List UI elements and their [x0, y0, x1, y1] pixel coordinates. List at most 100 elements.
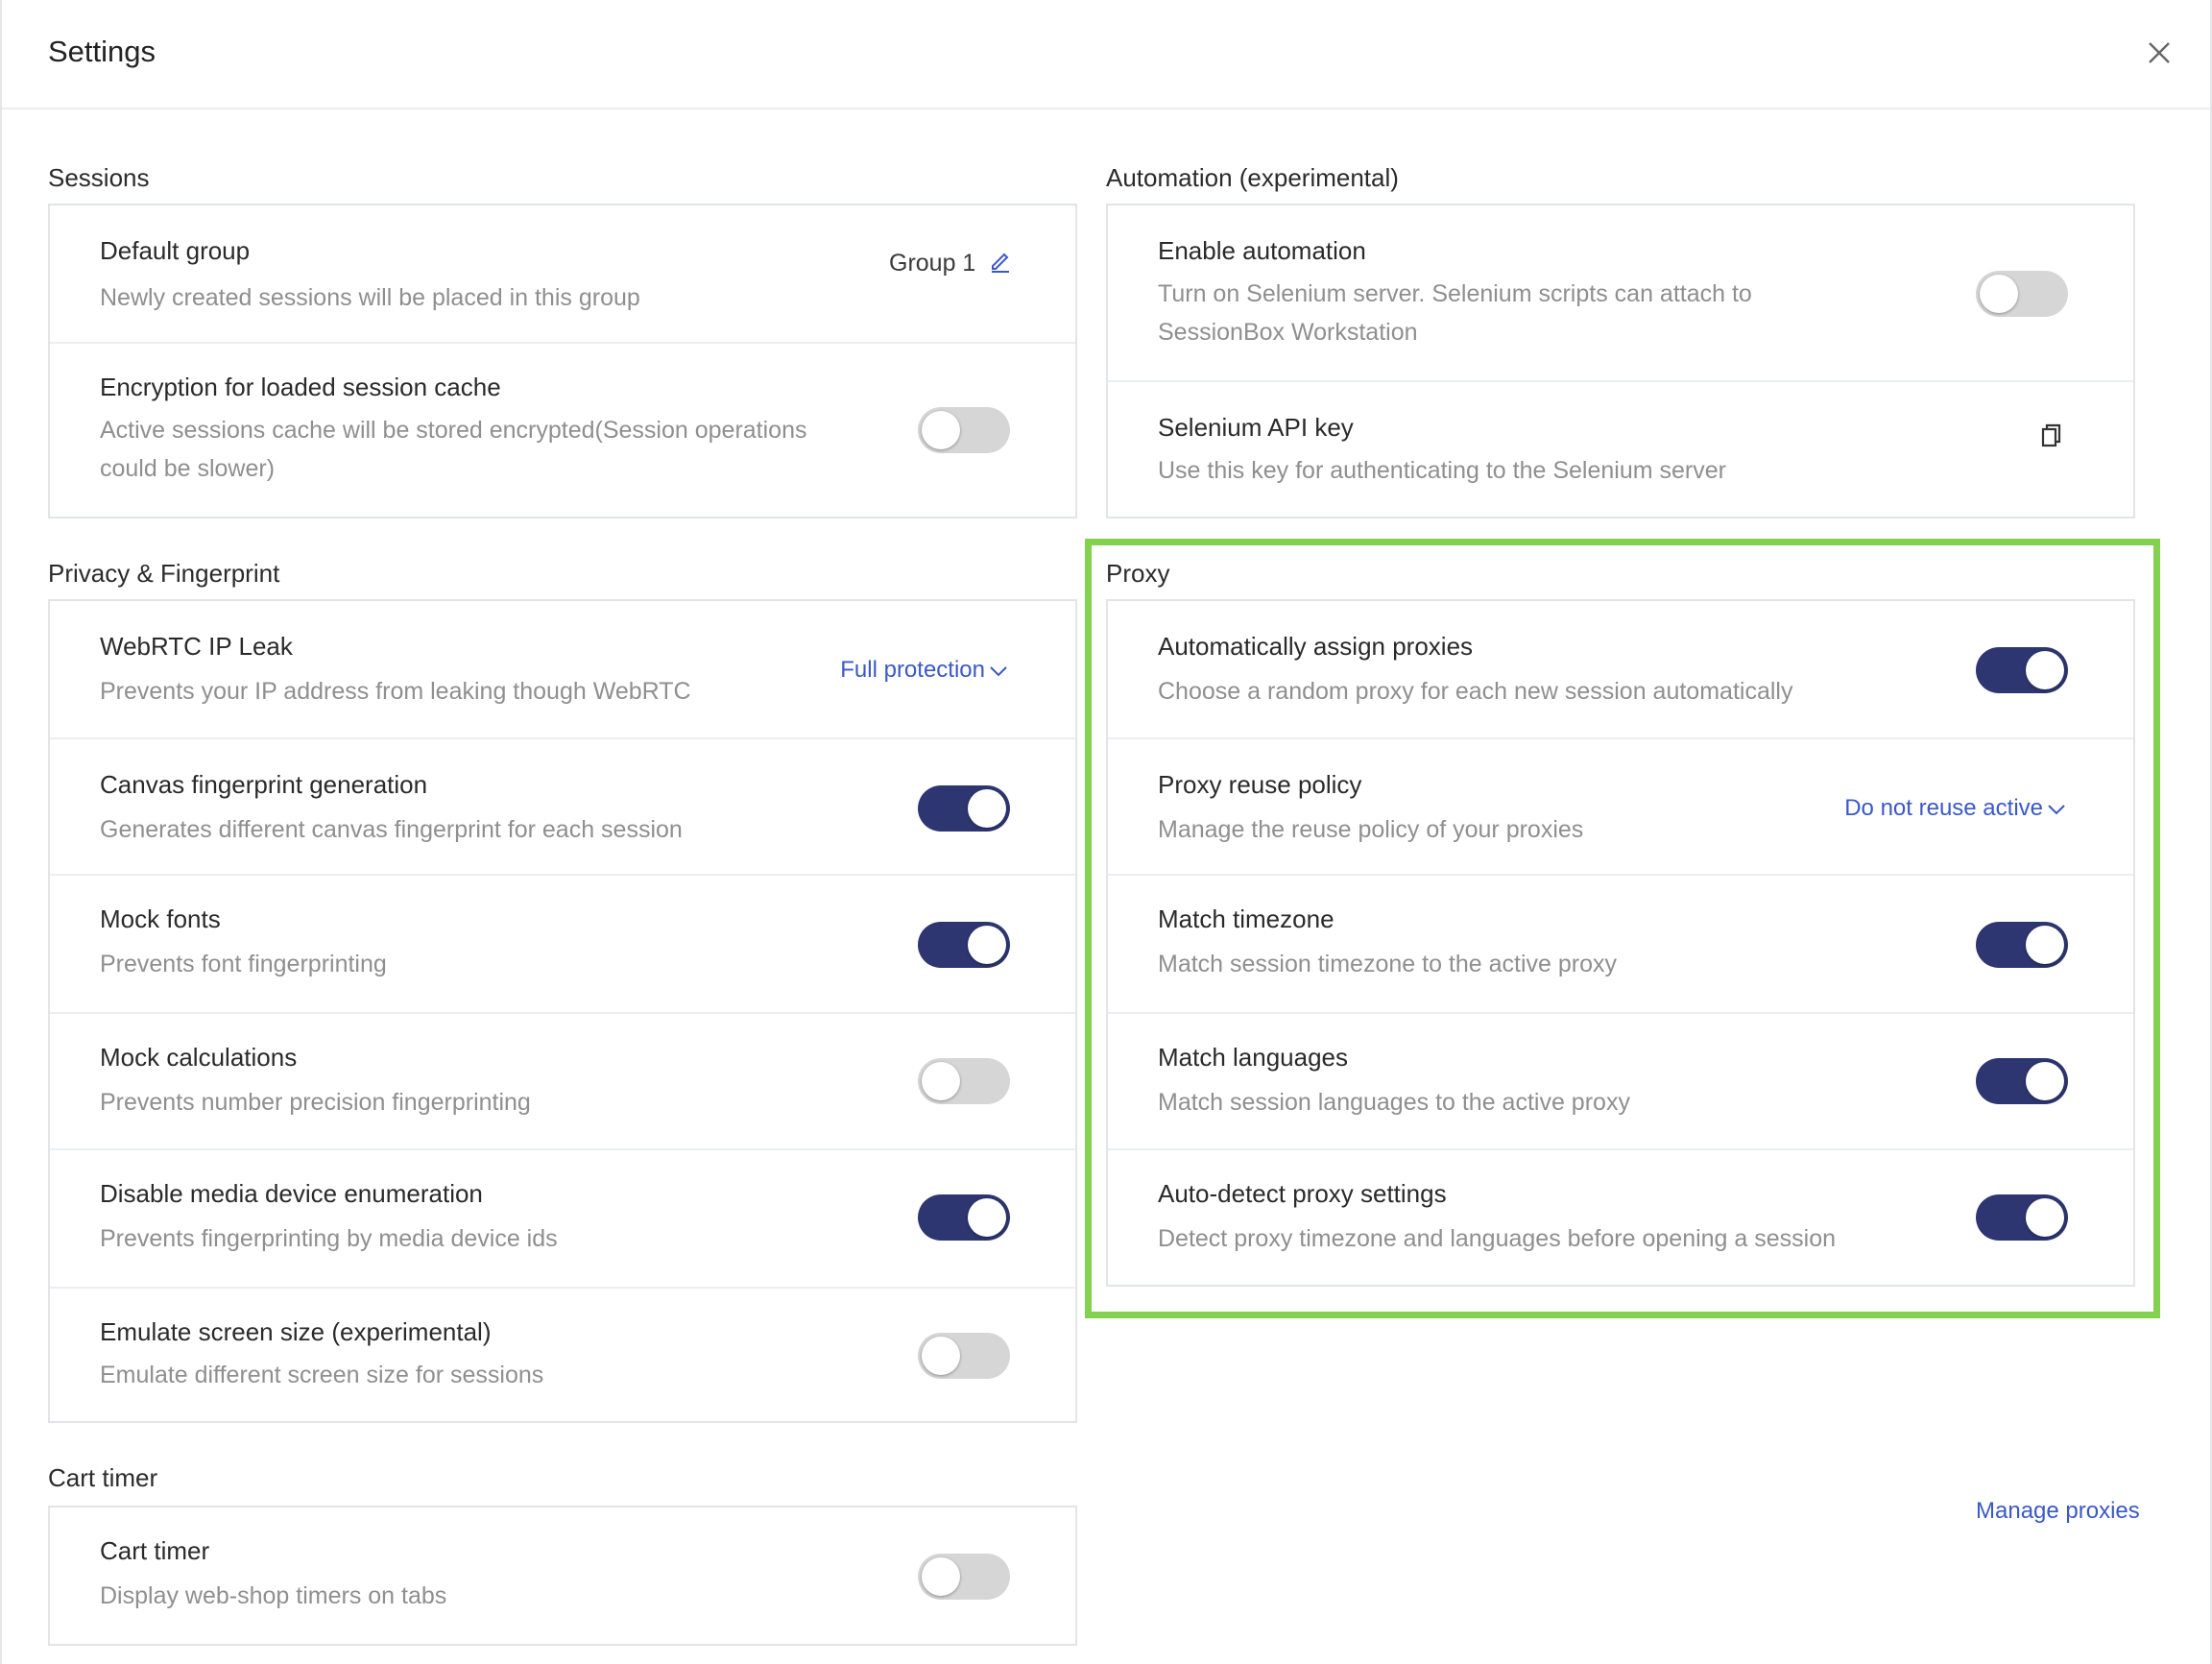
encryption-desc-line1: Active sessions cache will be stored enc… [100, 417, 807, 444]
proxy-row: Auto-detect proxy settings Detect proxy … [1108, 1150, 2133, 1285]
default-group-row: Default group Newly created sessions wil… [50, 205, 1075, 344]
automation-card: Enable automation Turn on Selenium serve… [1106, 204, 2135, 518]
match-languages-title: Match languages [1158, 1043, 1349, 1072]
copy-icon [2041, 423, 2061, 447]
manage-proxies-link[interactable]: Manage proxies [1976, 1498, 2140, 1525]
toggle-knob [968, 926, 1006, 964]
reuse-policy-desc: Manage the reuse policy of your proxies [1158, 816, 1584, 843]
close-button[interactable] [2143, 36, 2176, 69]
settings-header: Settings [2, 0, 2210, 109]
privacy-row: Mock fonts Prevents font fingerprinting [50, 876, 1075, 1014]
proxy-row: Match languages Match session languages … [1108, 1014, 2133, 1150]
page-title: Settings [48, 35, 156, 68]
enable-automation-title: Enable automation [1158, 236, 1366, 265]
enable-automation-toggle[interactable] [1976, 271, 2068, 317]
toggle-knob [922, 1062, 960, 1100]
privacy-row: Mock calculations Prevents number precis… [50, 1014, 1075, 1150]
auto-detect-toggle[interactable] [1976, 1194, 2068, 1241]
copy-api-key-button[interactable] [2037, 422, 2064, 456]
enable-automation-desc-line2: SessionBox Workstation [1158, 319, 1418, 346]
privacy-row: Emulate screen size (experimental) Emula… [50, 1289, 1075, 1421]
mock-fonts-title: Mock fonts [100, 904, 221, 933]
encryption-desc-line2: could be slower) [100, 455, 276, 482]
auto-detect-title: Auto-detect proxy settings [1158, 1179, 1447, 1208]
mock-calculations-desc: Prevents number precision fingerprinting [100, 1089, 531, 1116]
toggle-knob [1980, 275, 2018, 313]
cart-timer-section-title: Cart timer [48, 1463, 158, 1492]
default-group-title: Default group [100, 236, 251, 265]
auto-assign-title: Automatically assign proxies [1158, 632, 1474, 661]
media-enum-toggle[interactable] [918, 1194, 1010, 1241]
privacy-section-title: Privacy & Fingerprint [48, 559, 280, 588]
cart-timer-row: Cart timer Display web-shop timers on ta… [50, 1507, 1075, 1644]
pencil-icon[interactable] [988, 248, 1013, 273]
mock-calculations-toggle[interactable] [918, 1058, 1010, 1104]
toggle-knob [2026, 926, 2064, 964]
canvas-toggle[interactable] [918, 785, 1010, 832]
proxy-section-title: Proxy [1106, 559, 1170, 588]
chevron-down-icon [990, 665, 1007, 677]
sessions-card: Default group Newly created sessions wil… [48, 204, 1077, 518]
proxy-row: Proxy reuse policy Manage the reuse poli… [1108, 739, 2133, 876]
privacy-card: WebRTC IP Leak Prevents your IP address … [48, 599, 1077, 1423]
cart-timer-card: Cart timer Display web-shop timers on ta… [48, 1506, 1077, 1646]
screen-size-title: Emulate screen size (experimental) [100, 1317, 492, 1346]
mock-fonts-toggle[interactable] [918, 922, 1010, 968]
canvas-title: Canvas fingerprint generation [100, 770, 428, 799]
default-group-value[interactable]: Group 1 [889, 248, 1013, 277]
settings-window: Settings Sessions Default group Newly cr… [0, 0, 2212, 1664]
toggle-knob [922, 1557, 960, 1596]
toggle-knob [2026, 1062, 2064, 1100]
encryption-title: Encryption for loaded session cache [100, 373, 501, 401]
toggle-knob [968, 1198, 1006, 1237]
automation-section-title: Automation (experimental) [1106, 163, 1399, 192]
reuse-policy-dropdown[interactable]: Do not reuse active [1844, 795, 2066, 822]
api-key-title: Selenium API key [1158, 413, 1354, 442]
cart-timer-desc: Display web-shop timers on tabs [100, 1582, 447, 1609]
proxy-row: Automatically assign proxies Choose a ra… [1108, 601, 2133, 739]
encryption-row: Encryption for loaded session cache Acti… [50, 344, 1075, 517]
toggle-knob [2026, 651, 2064, 689]
auto-assign-desc: Choose a random proxy for each new sessi… [1158, 678, 1793, 705]
reuse-policy-dropdown-value: Do not reuse active [1844, 795, 2043, 821]
canvas-desc: Generates different canvas fingerprint f… [100, 816, 683, 843]
privacy-row: WebRTC IP Leak Prevents your IP address … [50, 601, 1075, 739]
default-group-desc: Newly created sessions will be placed in… [100, 284, 640, 311]
api-key-desc: Use this key for authenticating to the S… [1158, 457, 1726, 484]
default-group-value-text: Group 1 [889, 250, 976, 277]
cart-timer-title: Cart timer [100, 1536, 210, 1565]
enable-automation-row: Enable automation Turn on Selenium serve… [1108, 205, 2133, 382]
screen-size-desc: Emulate different screen size for sessio… [100, 1362, 544, 1388]
privacy-row: Canvas fingerprint generation Generates … [50, 739, 1075, 876]
toggle-knob [922, 411, 960, 449]
auto-assign-toggle[interactable] [1976, 647, 2068, 693]
webrtc-desc: Prevents your IP address from leaking th… [100, 678, 691, 705]
match-timezone-desc: Match session timezone to the active pro… [1158, 951, 1618, 977]
chevron-down-icon [2048, 804, 2065, 815]
close-icon [2149, 42, 2170, 63]
enable-automation-desc-line1: Turn on Selenium server. Selenium script… [1158, 280, 1752, 307]
match-timezone-toggle[interactable] [1976, 922, 2068, 968]
proxy-row: Match timezone Match session timezone to… [1108, 876, 2133, 1014]
toggle-knob [968, 789, 1006, 828]
match-languages-toggle[interactable] [1976, 1058, 2068, 1104]
reuse-policy-title: Proxy reuse policy [1158, 770, 1362, 799]
cart-timer-toggle[interactable] [918, 1554, 1010, 1600]
webrtc-dropdown[interactable]: Full protection [840, 657, 1008, 684]
mock-calculations-title: Mock calculations [100, 1043, 298, 1072]
media-enum-title: Disable media device enumeration [100, 1179, 483, 1208]
toggle-knob [922, 1337, 960, 1375]
toggle-knob [2026, 1198, 2064, 1237]
api-key-row: Selenium API key Use this key for authen… [1108, 382, 2133, 517]
match-timezone-title: Match timezone [1158, 904, 1334, 933]
webrtc-dropdown-value: Full protection [840, 657, 985, 683]
media-enum-desc: Prevents fingerprinting by media device … [100, 1225, 558, 1252]
encryption-toggle[interactable] [918, 407, 1010, 453]
webrtc-title: WebRTC IP Leak [100, 632, 293, 661]
proxy-card: Automatically assign proxies Choose a ra… [1106, 599, 2135, 1287]
sessions-section-title: Sessions [48, 163, 150, 192]
screen-size-toggle[interactable] [918, 1333, 1010, 1379]
privacy-row: Disable media device enumeration Prevent… [50, 1150, 1075, 1289]
mock-fonts-desc: Prevents font fingerprinting [100, 951, 387, 977]
auto-detect-desc: Detect proxy timezone and languages befo… [1158, 1225, 1837, 1252]
